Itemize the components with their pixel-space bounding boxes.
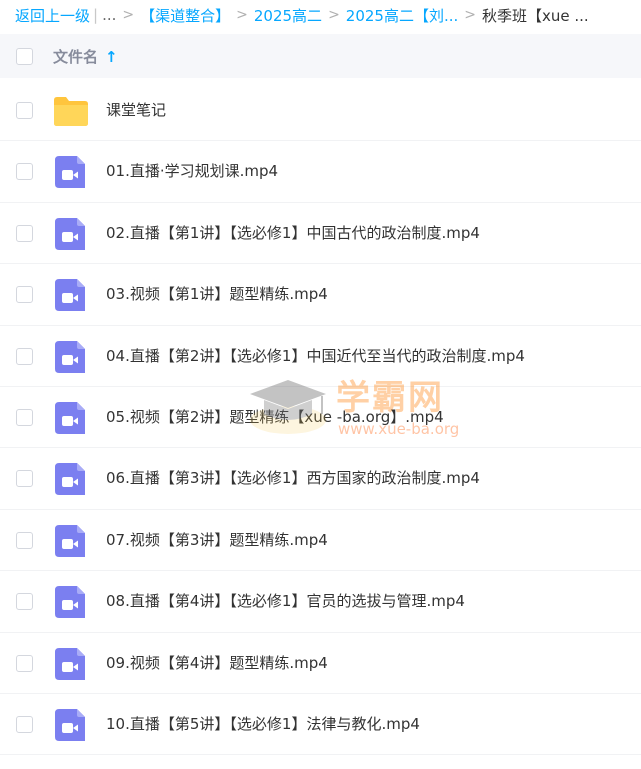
folder-icon bbox=[53, 95, 89, 127]
arrow-up-icon[interactable]: ↑ bbox=[105, 48, 118, 66]
file-browser: 返回上一级 | ... > 【渠道整合】 > 2025高二 > 2025高二【刘… bbox=[0, 0, 641, 769]
select-all-checkbox[interactable] bbox=[16, 48, 33, 65]
video-file-icon bbox=[53, 279, 89, 312]
file-name[interactable]: 课堂笔记 bbox=[106, 99, 166, 120]
column-header-filename[interactable]: 文件名 ↑ bbox=[53, 46, 118, 67]
row-checkbox[interactable] bbox=[16, 654, 33, 672]
row-checkbox[interactable] bbox=[16, 408, 33, 426]
breadcrumb: 返回上一级 | ... > 【渠道整合】 > 2025高二 > 2025高二【刘… bbox=[0, 0, 641, 30]
folder-row[interactable]: 课堂笔记 bbox=[0, 80, 641, 142]
file-row[interactable]: 04.直播【第2讲】【选必修1】中国近代至当代的政治制度.mp4 bbox=[0, 326, 641, 387]
breadcrumb-item[interactable]: 2025高二 bbox=[254, 5, 322, 26]
row-checkbox[interactable] bbox=[16, 224, 33, 242]
video-file-icon bbox=[53, 708, 89, 741]
row-checkbox[interactable] bbox=[16, 531, 33, 549]
file-row[interactable]: 01.直播·学习规划课.mp4 bbox=[0, 141, 641, 203]
file-list: 课堂笔记 01.直播·学习规划课.mp4 02.直播【第1讲】【选必修1】中国古代的… bbox=[0, 80, 641, 756]
file-name[interactable]: 07.视频【第3讲】题型精练.mp4 bbox=[106, 529, 328, 550]
file-name[interactable]: 09.视频【第4讲】题型精练.mp4 bbox=[106, 652, 328, 673]
file-name[interactable]: 03.视频【第1讲】题型精练.mp4 bbox=[106, 283, 328, 304]
video-file-icon bbox=[53, 647, 89, 680]
file-row[interactable]: 10.直播【第5讲】【选必修1】法律与教化.mp4 bbox=[0, 694, 641, 756]
breadcrumb-divider: | bbox=[93, 6, 99, 24]
row-checkbox[interactable] bbox=[16, 347, 33, 365]
back-link[interactable]: 返回上一级 bbox=[15, 5, 90, 26]
file-name[interactable]: 05.视频【第2讲】题型精练【xue -ba.org】.mp4 bbox=[106, 406, 444, 427]
video-file-icon bbox=[53, 156, 89, 189]
breadcrumb-item[interactable]: 【渠道整合】 bbox=[140, 5, 230, 26]
video-file-icon bbox=[53, 586, 89, 619]
breadcrumb-item[interactable]: 2025高二【刘... bbox=[346, 5, 458, 26]
row-checkbox[interactable] bbox=[16, 715, 33, 733]
file-name[interactable]: 08.直播【第4讲】【选必修1】官员的选拔与管理.mp4 bbox=[106, 590, 465, 611]
file-row[interactable]: 07.视频【第3讲】题型精练.mp4 bbox=[0, 510, 641, 572]
file-row[interactable]: 03.视频【第1讲】题型精练.mp4 bbox=[0, 264, 641, 326]
row-checkbox[interactable] bbox=[16, 593, 33, 611]
chevron-right-icon: > bbox=[236, 7, 248, 23]
video-file-icon bbox=[53, 401, 89, 434]
video-file-icon bbox=[53, 463, 89, 496]
file-row[interactable]: 08.直播【第4讲】【选必修1】官员的选拔与管理.mp4 bbox=[0, 571, 641, 633]
file-row[interactable]: 05.视频【第2讲】题型精练【xue -ba.org】.mp4 bbox=[0, 387, 641, 449]
file-row[interactable]: 06.直播【第3讲】【选必修1】西方国家的政治制度.mp4 bbox=[0, 448, 641, 510]
breadcrumb-ellipsis[interactable]: ... bbox=[102, 6, 116, 24]
row-checkbox[interactable] bbox=[16, 102, 33, 119]
file-name[interactable]: 04.直播【第2讲】【选必修1】中国近代至当代的政治制度.mp4 bbox=[106, 345, 525, 366]
chevron-right-icon: > bbox=[328, 7, 340, 23]
chevron-right-icon: > bbox=[464, 7, 477, 23]
breadcrumb-current: 秋季班【xue ... bbox=[482, 6, 589, 25]
file-name[interactable]: 06.直播【第3讲】【选必修1】西方国家的政治制度.mp4 bbox=[106, 467, 480, 488]
column-header-label: 文件名 bbox=[53, 48, 99, 66]
file-name[interactable]: 01.直播·学习规划课.mp4 bbox=[106, 160, 278, 181]
video-file-icon bbox=[53, 524, 89, 557]
list-header: 文件名 ↑ bbox=[0, 34, 641, 78]
row-checkbox[interactable] bbox=[16, 286, 33, 304]
row-checkbox[interactable] bbox=[16, 470, 33, 488]
chevron-right-icon: > bbox=[122, 7, 135, 23]
file-name[interactable]: 02.直播【第1讲】【选必修1】中国古代的政治制度.mp4 bbox=[106, 222, 480, 243]
video-file-icon bbox=[53, 217, 89, 250]
video-file-icon bbox=[53, 340, 89, 373]
row-checkbox[interactable] bbox=[16, 163, 33, 181]
file-row[interactable]: 09.视频【第4讲】题型精练.mp4 bbox=[0, 633, 641, 694]
file-name[interactable]: 10.直播【第5讲】【选必修1】法律与教化.mp4 bbox=[106, 713, 420, 734]
file-row[interactable]: 02.直播【第1讲】【选必修1】中国古代的政治制度.mp4 bbox=[0, 203, 641, 265]
